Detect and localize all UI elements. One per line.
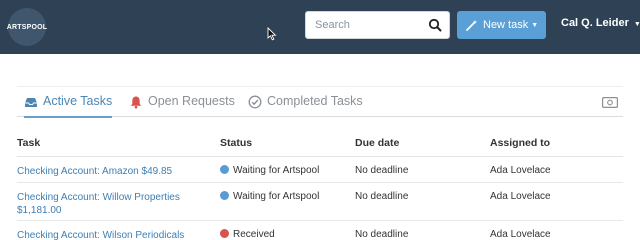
status-dot [220, 164, 229, 174]
magic-wand-icon [466, 20, 477, 31]
new-task-label: New task [483, 19, 529, 31]
tab-completed-tasks[interactable]: Completed Tasks [248, 94, 363, 118]
status-text: Waiting for Artspool [233, 190, 320, 202]
task-link[interactable]: Checking Account: Amazon $49.85 [17, 165, 172, 178]
table-row[interactable]: Checking Account: Willow Properties $1,1… [17, 182, 623, 221]
assigned-to-cell: Ada Lovelace [490, 220, 623, 240]
user-menu[interactable]: Cal Q. Leider ▼ [561, 17, 640, 29]
table-row[interactable]: Checking Account: Amazon $49.85 Waiting … [17, 156, 623, 183]
status-cell: Waiting for Artspool [220, 156, 355, 183]
top-navbar: ARTSPOOL New task ▼ Cal Q. Leider ▼ [0, 0, 640, 54]
task-cell: Checking Account: Amazon $49.85 [17, 156, 220, 183]
search-box[interactable] [305, 11, 450, 39]
status-dot [220, 190, 229, 200]
tab-open-requests[interactable]: Open Requests [129, 94, 235, 118]
new-task-button[interactable]: New task ▼ [457, 11, 546, 39]
assigned-to-cell: Ada Lovelace [490, 156, 623, 183]
column-header-assigned-to[interactable]: Assigned to [490, 130, 623, 157]
task-cell: Checking Account: Willow Properties $1,1… [17, 182, 220, 221]
task-link[interactable]: Checking Account: Wilson Periodicals [17, 229, 184, 240]
status-cell: Waiting for Artspool [220, 182, 355, 221]
assigned-to-cell: Ada Lovelace [490, 182, 623, 221]
task-tabs: Active Tasks Open Requests Completed Tas… [17, 86, 623, 118]
money-icon[interactable] [602, 97, 618, 108]
inbox-icon [25, 98, 37, 107]
column-header-due-date[interactable]: Due date [355, 130, 490, 157]
tab-label: Completed Tasks [267, 94, 363, 108]
check-circle-icon [248, 95, 262, 109]
search-icon[interactable] [428, 18, 442, 32]
bell-icon [130, 96, 142, 109]
status-text: Received [233, 228, 275, 240]
tab-active-tasks[interactable]: Active Tasks [24, 94, 113, 118]
due-date-cell: No deadline [355, 220, 490, 240]
artspool-logo[interactable]: ARTSPOOL [7, 8, 47, 46]
task-cell: Checking Account: Wilson Periodicals [17, 220, 220, 240]
user-name: Cal Q. Leider [561, 17, 629, 29]
table-header-row: Task Status Due date Assigned to [17, 130, 623, 157]
chevron-down-icon: ▼ [633, 21, 640, 28]
status-cell: Received [220, 220, 355, 240]
status-text: Waiting for Artspool [233, 164, 320, 176]
search-input[interactable] [306, 12, 426, 38]
column-header-status[interactable]: Status [220, 130, 355, 157]
chevron-down-icon: ▼ [531, 21, 539, 29]
tab-label: Open Requests [148, 94, 235, 108]
tab-label: Active Tasks [43, 94, 113, 108]
column-header-task[interactable]: Task [17, 130, 220, 157]
due-date-cell: No deadline [355, 156, 490, 183]
tasks-table: Task Status Due date Assigned to Checkin… [17, 130, 623, 240]
task-link[interactable]: Checking Account: Willow Properties $1,1… [17, 191, 220, 217]
status-dot [220, 228, 229, 238]
table-row[interactable]: Checking Account: Wilson Periodicals Rec… [17, 220, 623, 240]
due-date-cell: No deadline [355, 182, 490, 221]
mouse-pointer-icon [267, 27, 277, 41]
